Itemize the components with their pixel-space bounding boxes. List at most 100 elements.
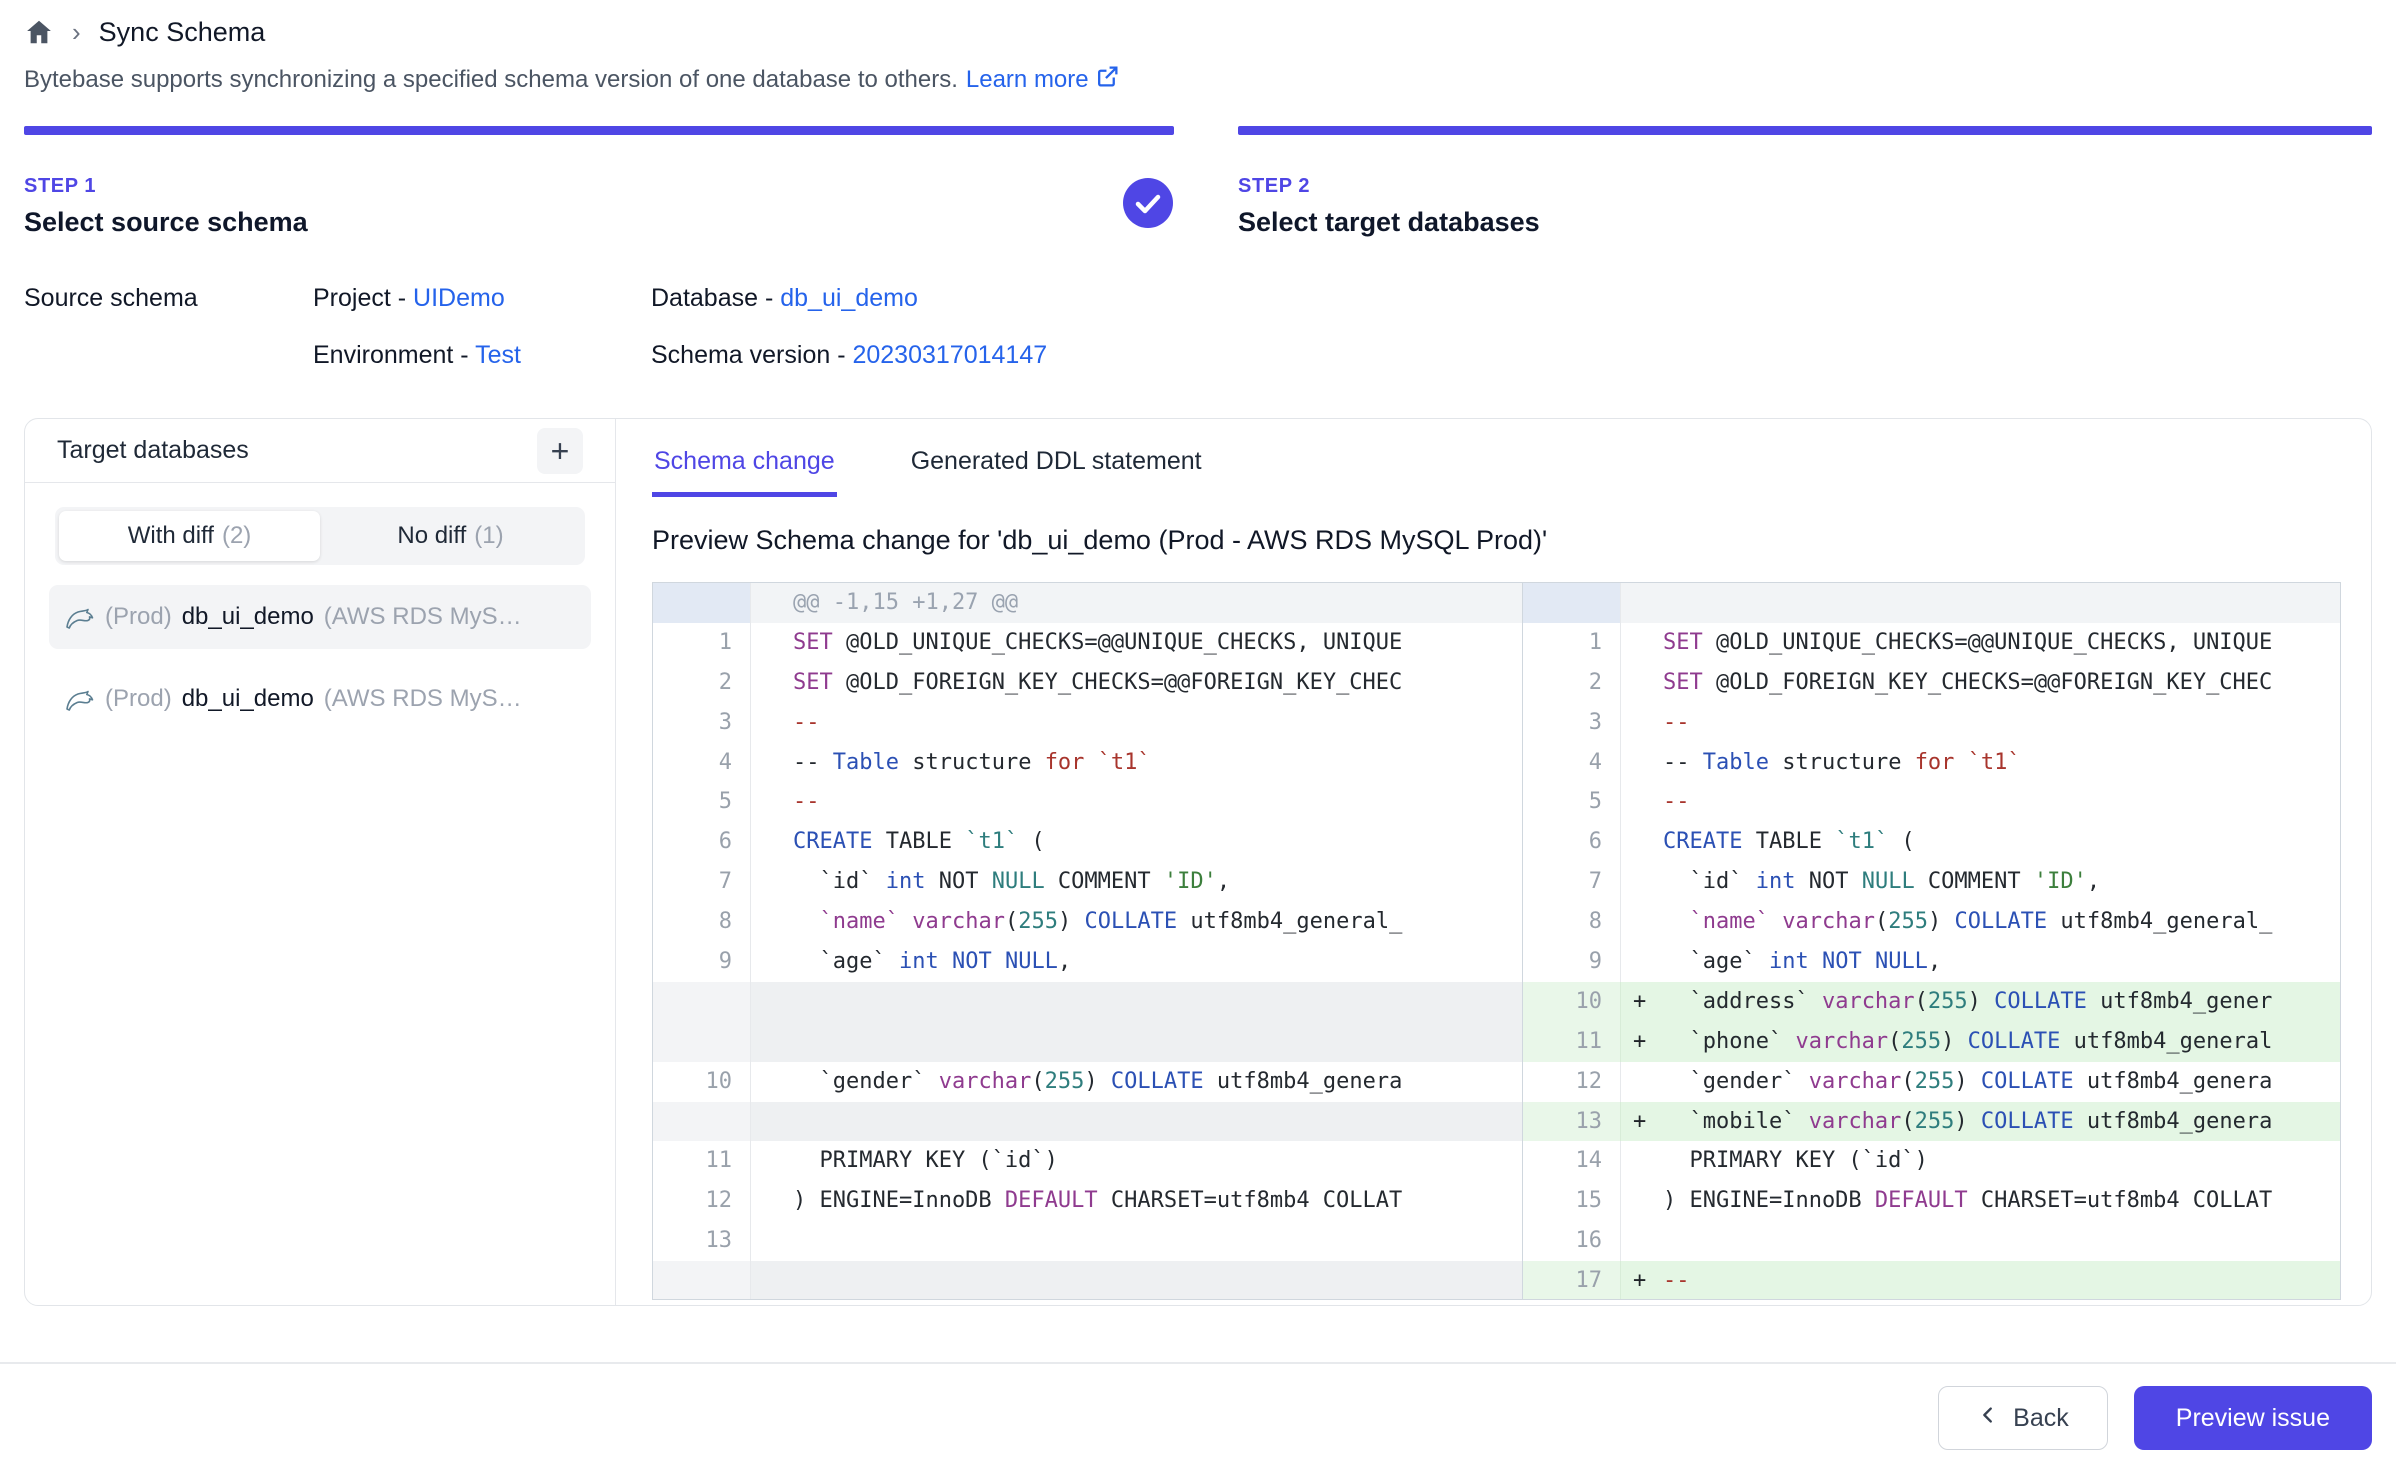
learn-more-link[interactable]: Learn more (966, 64, 1120, 96)
target-databases-title: Target databases (57, 436, 249, 465)
line-number (653, 1102, 751, 1142)
code-line: -- (1663, 1261, 2340, 1299)
add-database-button[interactable]: + (537, 428, 583, 474)
diff-row: 13+ `mobile` varchar(255) COLLATE utf8mb… (1523, 1102, 2340, 1142)
preview-issue-button[interactable]: Preview issue (2134, 1386, 2372, 1450)
line-number: 2 (1523, 663, 1621, 703)
code-line (1663, 1221, 2340, 1261)
line-number (653, 583, 751, 623)
tab-schema-change[interactable]: Schema change (652, 433, 837, 497)
line-number: 2 (653, 663, 751, 703)
diff-row (653, 1022, 1522, 1062)
tab-generated-ddl[interactable]: Generated DDL statement (909, 433, 1204, 497)
line-number (1523, 583, 1621, 623)
step-2: STEP 2 Select target databases (1238, 126, 2372, 238)
footer-divider (0, 1362, 2396, 1364)
mysql-icon (63, 601, 95, 633)
code-line: `address` varchar(255) COLLATE utf8mb4_g… (1663, 982, 2340, 1022)
line-number: 1 (653, 623, 751, 663)
sync-card: Target databases + With diff(2) No diff(… (24, 418, 2372, 1306)
target-databases-panel: Target databases + With diff(2) No diff(… (25, 419, 616, 1305)
step-1-title: Select source schema (24, 207, 1174, 238)
code-line: CREATE TABLE `t1` ( (793, 822, 1522, 862)
code-line (793, 1102, 1522, 1142)
diff-sign (1621, 902, 1663, 942)
tab-with-diff[interactable]: With diff(2) (59, 511, 320, 561)
diff-pane-new: 1SET @OLD_UNIQUE_CHECKS=@@UNIQUE_CHECKS,… (1522, 583, 2340, 1299)
line-number: 5 (653, 782, 751, 822)
code-line: `age` int NOT NULL, (793, 942, 1522, 982)
code-line: `gender` varchar(255) COLLATE utf8mb4_ge… (1663, 1062, 2340, 1102)
step-1: STEP 1 Select source schema (24, 126, 1174, 238)
code-line: -- (1663, 782, 2340, 822)
line-number: 9 (1523, 942, 1621, 982)
code-line: `name` varchar(255) COLLATE utf8mb4_gene… (1663, 902, 2340, 942)
code-line: -- (793, 782, 1522, 822)
line-number: 12 (653, 1181, 751, 1221)
schema-version-link[interactable]: 20230317014147 (852, 341, 1047, 369)
mysql-icon (63, 683, 95, 715)
source-schema-summary: Source schema Project - UIDemo Database … (24, 284, 2372, 370)
diff-row: 12 ) ENGINE=InnoDB DEFAULT CHARSET=utf8mb… (653, 1181, 1522, 1221)
environment-field: Environment - Test (313, 341, 651, 370)
diff-viewer[interactable]: @@ -1,15 +1,27 @@1SET @OLD_UNIQUE_CHECKS… (652, 582, 2341, 1300)
diff-row: 16 (1523, 1221, 2340, 1261)
line-number: 3 (1523, 703, 1621, 743)
diff-row: 4-- Table structure for `t1` (653, 743, 1522, 783)
diff-row: 9 `age` int NOT NULL, (653, 942, 1522, 982)
diff-sign (1621, 623, 1663, 663)
tab-no-diff[interactable]: No diff(1) (320, 511, 581, 561)
line-number: 8 (1523, 902, 1621, 942)
diff-sign (1621, 663, 1663, 703)
database-link[interactable]: db_ui_demo (780, 284, 918, 312)
code-line: SET @OLD_FOREIGN_KEY_CHECKS=@@FOREIGN_KE… (793, 663, 1522, 703)
line-number (653, 1022, 751, 1062)
diff-sign (1621, 942, 1663, 982)
code-line: ) ENGINE=InnoDB DEFAULT CHARSET=utf8mb4 … (793, 1181, 1522, 1221)
step-2-bar (1238, 126, 2372, 135)
database-list-item[interactable]: (Prod) db_ui_demo (AWS RDS MyS… (49, 667, 591, 731)
diff-row: 14 PRIMARY KEY (`id`) (1523, 1141, 2340, 1181)
diff-row: 1SET @OLD_UNIQUE_CHECKS=@@UNIQUE_CHECKS,… (1523, 623, 2340, 663)
database-list-item[interactable]: (Prod) db_ui_demo (AWS RDS MyS… (49, 585, 591, 649)
environment-link[interactable]: Test (475, 341, 521, 369)
diff-sign: + (1621, 1261, 1663, 1299)
diff-sign (1621, 743, 1663, 783)
code-line: SET @OLD_FOREIGN_KEY_CHECKS=@@FOREIGN_KE… (1663, 663, 2340, 703)
diff-row: 1SET @OLD_UNIQUE_CHECKS=@@UNIQUE_CHECKS,… (653, 623, 1522, 663)
stepper: STEP 1 Select source schema STEP 2 Selec… (24, 126, 2372, 238)
diff-row: 5 -- (653, 782, 1522, 822)
diff-sign (751, 1181, 793, 1221)
diff-row: 17+-- (1523, 1261, 2340, 1299)
back-button[interactable]: Back (1938, 1386, 2108, 1450)
diff-sign (1621, 1221, 1663, 1261)
diff-row: 5-- (1523, 782, 2340, 822)
diff-row: 12 `gender` varchar(255) COLLATE utf8mb4… (1523, 1062, 2340, 1102)
code-line: `id` int NOT NULL COMMENT 'ID', (793, 862, 1522, 902)
line-number: 7 (1523, 862, 1621, 902)
line-number: 4 (653, 743, 751, 783)
diff-sign (751, 623, 793, 663)
diff-row: 4-- Table structure for `t1` (1523, 743, 2340, 783)
code-line (793, 1221, 1522, 1261)
code-line: -- (793, 703, 1522, 743)
step-1-label: STEP 1 (24, 175, 1174, 198)
page-title: Sync Schema (99, 17, 266, 48)
diff-row: 10 `gender` varchar(255) COLLATE utf8mb4… (653, 1062, 1522, 1102)
diff-row: 6CREATE TABLE `t1` ( (1523, 822, 2340, 862)
schema-version-field: Schema version - 20230317014147 (651, 341, 1047, 370)
project-field: Project - UIDemo (313, 284, 651, 313)
diff-row (653, 1261, 1522, 1299)
line-number: 4 (1523, 743, 1621, 783)
home-icon[interactable] (24, 17, 54, 47)
line-number: 11 (653, 1141, 751, 1181)
diff-sign (751, 663, 793, 703)
diff-sign (751, 822, 793, 862)
project-link[interactable]: UIDemo (413, 284, 505, 312)
diff-row (653, 982, 1522, 1022)
diff-sign (1621, 583, 1663, 623)
chevron-left-icon (1977, 1404, 1999, 1433)
diff-sign (1621, 862, 1663, 902)
line-number: 11 (1523, 1022, 1621, 1062)
diff-sign (1621, 1181, 1663, 1221)
